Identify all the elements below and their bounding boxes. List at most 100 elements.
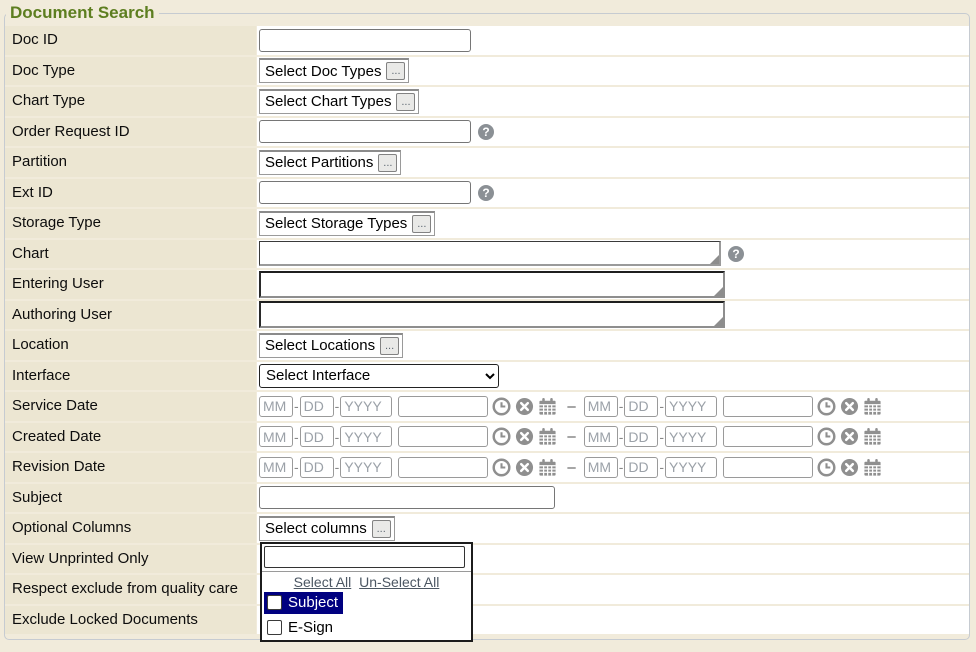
clear-icon[interactable] bbox=[515, 427, 534, 446]
subject-input[interactable] bbox=[259, 486, 555, 509]
field-label: Partition bbox=[5, 148, 256, 177]
form-row-authoring-user: Authoring User bbox=[5, 301, 969, 330]
optional-columns-picker[interactable]: Select columns ... bbox=[259, 516, 395, 541]
help-icon[interactable]: ? bbox=[478, 185, 494, 201]
date-month-input[interactable] bbox=[259, 426, 293, 447]
order-request-id-input[interactable] bbox=[259, 120, 471, 143]
form-row-doc-id: Doc ID bbox=[5, 26, 969, 55]
clock-icon[interactable] bbox=[492, 458, 511, 477]
date-separator: - bbox=[335, 459, 340, 475]
form-row-interface: Interface Select Interface bbox=[5, 362, 969, 391]
date-time-input[interactable] bbox=[398, 457, 488, 478]
column-option-subject[interactable]: Subject bbox=[264, 592, 343, 614]
columns-filter-input[interactable] bbox=[264, 546, 465, 568]
more-button[interactable]: ... bbox=[380, 337, 399, 355]
calendar-icon[interactable] bbox=[538, 427, 557, 446]
calendar-icon[interactable] bbox=[538, 458, 557, 477]
interface-select[interactable]: Select Interface bbox=[259, 364, 499, 388]
columns-dropdown: Select All Un-Select All Subject E-Sign bbox=[260, 542, 473, 642]
more-button[interactable]: ... bbox=[378, 154, 397, 172]
calendar-icon[interactable] bbox=[863, 427, 882, 446]
checkbox-icon[interactable] bbox=[267, 595, 282, 610]
form-row-subject: Subject bbox=[5, 484, 969, 513]
clock-icon[interactable] bbox=[817, 397, 836, 416]
calendar-icon[interactable] bbox=[538, 397, 557, 416]
unselect-all-link[interactable]: Un-Select All bbox=[359, 574, 439, 590]
calendar-icon[interactable] bbox=[863, 458, 882, 477]
doc-type-picker[interactable]: Select Doc Types ... bbox=[259, 58, 409, 83]
date-day-input[interactable] bbox=[624, 396, 658, 417]
date-month-input[interactable] bbox=[259, 457, 293, 478]
search-form: Doc ID Doc Type Select Doc Types ... Cha… bbox=[5, 26, 969, 634]
more-button[interactable]: ... bbox=[396, 93, 415, 111]
location-picker[interactable]: Select Locations ... bbox=[259, 333, 403, 358]
date-day-input[interactable] bbox=[624, 426, 658, 447]
form-row-doc-type: Doc Type Select Doc Types ... bbox=[5, 57, 969, 86]
date-separator: - bbox=[619, 398, 624, 414]
date-time-input[interactable] bbox=[723, 457, 813, 478]
more-button[interactable]: ... bbox=[386, 62, 405, 80]
date-day-input[interactable] bbox=[624, 457, 658, 478]
partition-picker[interactable]: Select Partitions ... bbox=[259, 150, 401, 175]
date-time-input[interactable] bbox=[723, 396, 813, 417]
resize-handle-icon[interactable] bbox=[714, 317, 723, 326]
date-time-input[interactable] bbox=[398, 396, 488, 417]
date-separator: - bbox=[659, 429, 664, 445]
more-button[interactable]: ... bbox=[372, 520, 391, 538]
date-day-input[interactable] bbox=[300, 457, 334, 478]
range-dash: – bbox=[567, 428, 575, 445]
range-dash: – bbox=[567, 398, 575, 415]
clear-icon[interactable] bbox=[840, 427, 859, 446]
date-day-input[interactable] bbox=[300, 396, 334, 417]
column-option-esign[interactable]: E-Sign bbox=[264, 617, 338, 639]
form-row-exclude-locked-documents: Exclude Locked Documents bbox=[5, 606, 969, 635]
doc-id-input[interactable] bbox=[259, 29, 471, 52]
date-year-input[interactable] bbox=[340, 457, 392, 478]
resize-handle-icon[interactable] bbox=[714, 287, 723, 296]
date-day-input[interactable] bbox=[300, 426, 334, 447]
clock-icon[interactable] bbox=[817, 458, 836, 477]
date-year-input[interactable] bbox=[665, 426, 717, 447]
field-label: Storage Type bbox=[5, 209, 256, 238]
clock-icon[interactable] bbox=[817, 427, 836, 446]
date-month-input[interactable] bbox=[584, 426, 618, 447]
clear-icon[interactable] bbox=[515, 397, 534, 416]
date-time-input[interactable] bbox=[723, 426, 813, 447]
service-date-range: - - – - - bbox=[257, 392, 969, 421]
picker-text: Select Partitions bbox=[265, 154, 373, 171]
form-row-view-unprinted-only: View Unprinted Only bbox=[5, 545, 969, 574]
date-year-input[interactable] bbox=[665, 457, 717, 478]
date-separator: - bbox=[659, 398, 664, 414]
storage-type-picker[interactable]: Select Storage Types ... bbox=[259, 211, 435, 236]
entering-user-textarea[interactable] bbox=[259, 271, 725, 298]
chart-type-picker[interactable]: Select Chart Types ... bbox=[259, 89, 419, 114]
form-row-storage-type: Storage Type Select Storage Types ... bbox=[5, 209, 969, 238]
more-button[interactable]: ... bbox=[412, 215, 431, 233]
checkbox-icon[interactable] bbox=[267, 620, 282, 635]
date-time-input[interactable] bbox=[398, 426, 488, 447]
authoring-user-textarea[interactable] bbox=[259, 301, 725, 328]
form-row-optional-columns: Optional Columns Select columns ... bbox=[5, 514, 969, 543]
date-month-input[interactable] bbox=[584, 396, 618, 417]
clock-icon[interactable] bbox=[492, 427, 511, 446]
date-year-input[interactable] bbox=[340, 426, 392, 447]
date-year-input[interactable] bbox=[665, 396, 717, 417]
ext-id-input[interactable] bbox=[259, 181, 471, 204]
clear-icon[interactable] bbox=[840, 458, 859, 477]
chart-textarea[interactable] bbox=[259, 241, 721, 266]
clear-icon[interactable] bbox=[840, 397, 859, 416]
select-all-link[interactable]: Select All bbox=[294, 574, 352, 590]
date-year-input[interactable] bbox=[340, 396, 392, 417]
created-date-range: - - – - - bbox=[257, 423, 969, 452]
field-label: Location bbox=[5, 331, 256, 360]
calendar-icon[interactable] bbox=[863, 397, 882, 416]
date-month-input[interactable] bbox=[584, 457, 618, 478]
help-icon[interactable]: ? bbox=[728, 246, 744, 262]
picker-text: Select columns bbox=[265, 520, 367, 537]
field-label: View Unprinted Only bbox=[5, 545, 256, 574]
resize-handle-icon[interactable] bbox=[710, 255, 719, 264]
clear-icon[interactable] bbox=[515, 458, 534, 477]
help-icon[interactable]: ? bbox=[478, 124, 494, 140]
clock-icon[interactable] bbox=[492, 397, 511, 416]
date-month-input[interactable] bbox=[259, 396, 293, 417]
